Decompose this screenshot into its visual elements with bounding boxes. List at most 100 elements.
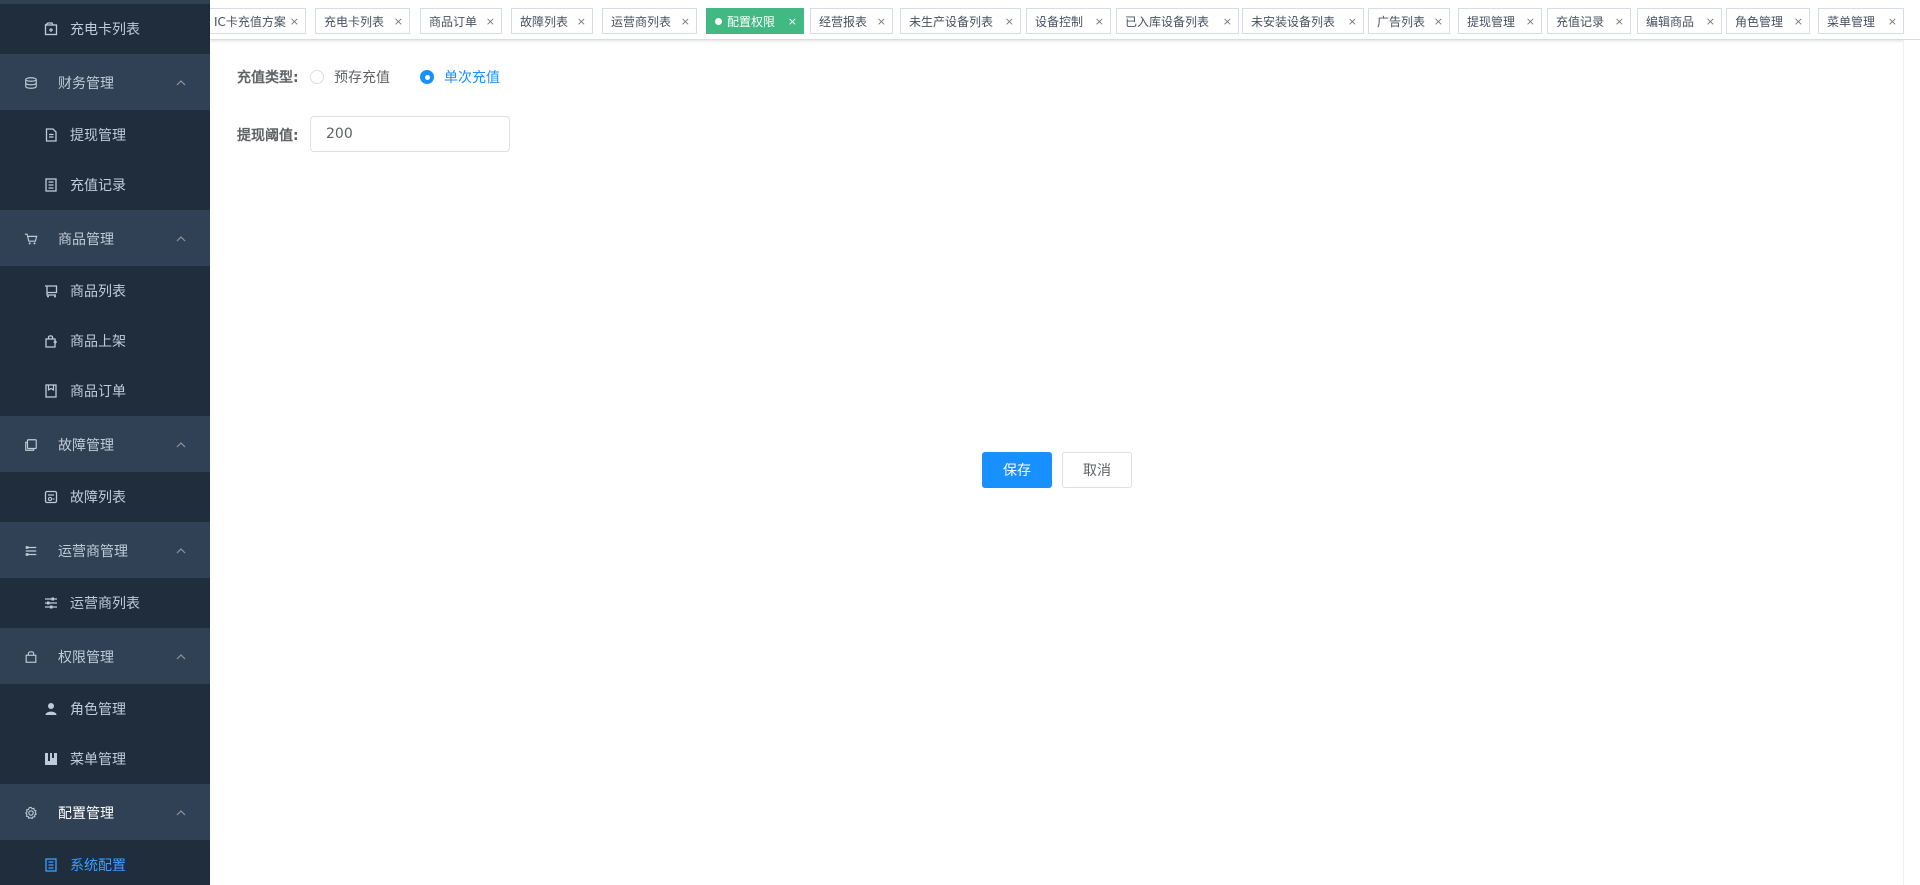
sidebar-item-withdraw[interactable]: 提现管理	[0, 110, 210, 160]
sidebar-item-label: 充值记录	[70, 178, 126, 194]
close-icon[interactable]: ×	[1615, 9, 1624, 33]
tag-label: 经营报表	[819, 14, 868, 29]
close-icon[interactable]: ×	[290, 9, 299, 33]
sidebar-item-label: 商品列表	[70, 284, 126, 300]
close-icon[interactable]: ×	[877, 9, 886, 33]
radio-circle	[310, 70, 324, 84]
close-icon[interactable]: ×	[1434, 9, 1443, 33]
close-icon[interactable]: ×	[394, 9, 403, 33]
tag-label: IC卡充值方案	[214, 14, 286, 29]
gear-icon	[24, 806, 38, 820]
tag-label: 商品订单	[429, 14, 478, 29]
sidebar-item-goods-list[interactable]: 商品列表	[0, 266, 210, 316]
sidebar-item-system-config[interactable]: 系统配置	[0, 840, 210, 885]
sidebar: 充电卡列表 财务管理 提现管理 充值记录 商品管理 商品列表 商品上架 商品订单…	[0, 0, 210, 885]
close-icon[interactable]: ×	[1706, 9, 1715, 33]
tag-goods-order[interactable]: 商品订单 ×	[420, 8, 502, 34]
radio-label: 单次充值	[444, 70, 500, 86]
tag-operator-list[interactable]: 运营商列表 ×	[602, 8, 697, 34]
sidebar-group-config[interactable]: 配置管理	[0, 786, 210, 839]
close-icon[interactable]: ×	[486, 9, 495, 33]
sidebar-item-label: 系统配置	[70, 858, 126, 874]
tag-recharge-record[interactable]: 充值记录 ×	[1547, 8, 1631, 34]
close-icon[interactable]: ×	[788, 9, 797, 33]
sidebar-item-goods-shelf[interactable]: 商品上架	[0, 316, 210, 366]
tag-role-manage[interactable]: 角色管理 ×	[1726, 8, 1810, 34]
sidebar-item-label: 商品订单	[70, 384, 126, 400]
tag-device-control[interactable]: 设备控制 ×	[1026, 8, 1111, 34]
tag-withdraw[interactable]: 提现管理 ×	[1458, 8, 1542, 34]
sidebar-item-fault-list[interactable]: 故障列表	[0, 472, 210, 522]
tag-menu-manage[interactable]: 菜单管理 ×	[1818, 8, 1904, 34]
close-icon[interactable]: ×	[1794, 9, 1803, 33]
sidebar-item-label: 提现管理	[70, 128, 126, 144]
withdraw-threshold-input[interactable]	[310, 116, 510, 152]
save-button[interactable]: 保存	[982, 452, 1052, 488]
sidebar-item-goods-order[interactable]: 商品订单	[0, 366, 210, 416]
tag-charge-card-list[interactable]: 充电卡列表 ×	[315, 8, 410, 34]
tag-stocked-devices[interactable]: 已入库设备列表 ×	[1116, 8, 1239, 34]
sidebar-item-label: 运营商管理	[58, 543, 128, 560]
order-icon	[44, 384, 58, 398]
sidebar-item-role[interactable]: 角色管理	[0, 684, 210, 734]
card-list-icon	[44, 22, 58, 36]
sidebar-group-goods[interactable]: 商品管理	[0, 212, 210, 265]
database-icon	[24, 76, 38, 90]
record-icon	[44, 178, 58, 192]
tag-label: 编辑商品	[1646, 14, 1695, 29]
sidebar-item-menu[interactable]: 菜单管理	[0, 734, 210, 784]
close-icon[interactable]: ×	[1095, 9, 1104, 33]
tag-label: 运营商列表	[611, 14, 672, 29]
scrollbar-track[interactable]	[1903, 40, 1920, 885]
close-icon[interactable]: ×	[577, 9, 586, 33]
sidebar-group-operator[interactable]: 运营商管理	[0, 524, 210, 577]
chevron-up-icon	[174, 438, 188, 452]
sidebar-item-label: 充电卡列表	[70, 22, 140, 38]
tag-fault-list[interactable]: 故障列表 ×	[511, 8, 593, 34]
sliders-icon	[44, 596, 58, 610]
tag-label: 提现管理	[1467, 14, 1516, 29]
sidebar-item-label: 故障列表	[70, 490, 126, 506]
sidebar-item-label: 运营商列表	[70, 596, 140, 612]
sidebar-item-label: 故障管理	[58, 437, 114, 454]
chevron-up-icon	[174, 76, 188, 90]
tag-config-permission[interactable]: 配置权限 ×	[706, 8, 804, 34]
close-icon[interactable]: ×	[1526, 9, 1535, 33]
tag-label: 已入库设备列表	[1125, 14, 1210, 29]
withdraw-threshold-label: 提现阈值:	[237, 128, 299, 144]
fault-list-icon	[44, 490, 58, 504]
close-icon[interactable]: ×	[681, 9, 690, 33]
sidebar-item-charge-card-list[interactable]: 充电卡列表	[0, 4, 210, 54]
sidebar-item-recharge-record[interactable]: 充值记录	[0, 160, 210, 210]
close-icon[interactable]: ×	[1348, 9, 1357, 33]
sidebar-item-operator-list[interactable]: 运营商列表	[0, 578, 210, 628]
tag-edit-goods[interactable]: 编辑商品 ×	[1637, 8, 1722, 34]
close-icon[interactable]: ×	[1005, 9, 1014, 33]
tag-label: 未安装设备列表	[1251, 14, 1336, 29]
tag-label: 广告列表	[1377, 14, 1426, 29]
tag-business-report[interactable]: 经营报表 ×	[810, 8, 893, 34]
radio-prepaid[interactable]: 预存充值	[310, 67, 390, 87]
sidebar-group-fault[interactable]: 故障管理	[0, 418, 210, 471]
user-icon	[44, 702, 58, 716]
sidebar-group-permission[interactable]: 权限管理	[0, 630, 210, 683]
close-icon[interactable]: ×	[1223, 9, 1232, 33]
shelf-icon	[44, 334, 58, 348]
sidebar-group-finance[interactable]: 财务管理	[0, 56, 210, 109]
tag-label: 未生产设备列表	[909, 14, 994, 29]
menu-icon	[44, 752, 58, 766]
chevron-up-icon	[174, 806, 188, 820]
chevron-up-icon	[174, 650, 188, 664]
tag-ic-card-plan[interactable]: IC卡充值方案 ×	[210, 8, 306, 34]
tag-unproduced-devices[interactable]: 未生产设备列表 ×	[900, 8, 1021, 34]
cancel-button[interactable]: 取消	[1062, 452, 1132, 488]
sidebar-item-label: 商品上架	[70, 334, 126, 350]
cart-list-icon	[44, 284, 58, 298]
close-icon[interactable]: ×	[1888, 9, 1897, 33]
sidebar-item-label: 权限管理	[58, 649, 114, 666]
radio-single[interactable]: 单次充值	[420, 67, 500, 87]
tag-ad-list[interactable]: 广告列表 ×	[1368, 8, 1450, 34]
lock-icon	[24, 650, 38, 664]
tag-label: 配置权限	[727, 14, 776, 29]
tag-uninstalled-devices[interactable]: 未安装设备列表 ×	[1242, 8, 1364, 34]
